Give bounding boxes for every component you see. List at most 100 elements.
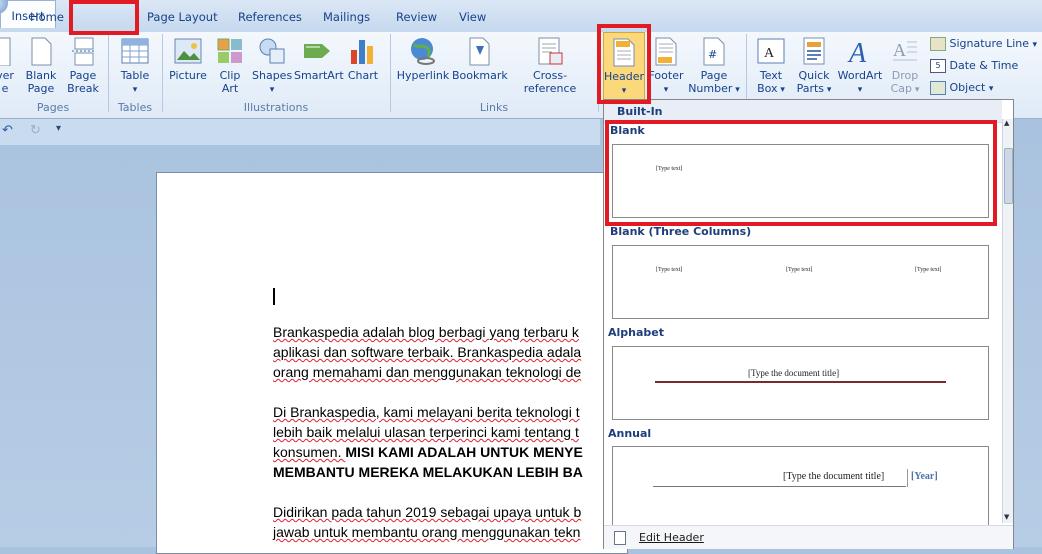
bookmark-button[interactable]: Bookmark <box>452 32 508 82</box>
smartart-icon <box>304 44 330 58</box>
separator <box>598 34 599 112</box>
header-label: Header <box>604 70 645 83</box>
blank-page-label: Blank <box>25 69 57 82</box>
quick-parts-icon <box>803 37 825 65</box>
text-box-label-2: Box <box>757 82 778 95</box>
quick-parts-button[interactable]: Quick Parts ▾ <box>794 32 834 97</box>
gallery-item-annual[interactable]: [Type the document title] [Year] <box>612 446 989 526</box>
signature-line-label: Signature Line <box>949 37 1030 50</box>
wordart-button[interactable]: A WordArt ▾ <box>836 32 884 97</box>
tab-references[interactable]: References <box>238 10 302 24</box>
title-underline <box>655 381 946 383</box>
paragraph-line: Di Brankaspedia, kami melayani berita te… <box>273 404 580 420</box>
year-placeholder: [Year] <box>911 471 938 482</box>
header-button[interactable]: Header ▾ <box>603 32 645 100</box>
wordart-icon: A <box>847 38 867 66</box>
paragraph-3: Didirikan pada tahun 2019 sebagai upaya … <box>273 502 581 542</box>
blank-page-label-2: Page <box>27 82 55 95</box>
table-button[interactable]: Table ▾ <box>114 32 156 97</box>
header-icon <box>613 38 635 67</box>
bookmark-label: Bookmark <box>452 69 508 82</box>
clip-art-label-2: Art <box>221 82 239 95</box>
footer-label: Footer <box>648 69 684 82</box>
page-number-label: Page <box>700 69 728 82</box>
calendar-icon: 5 <box>930 59 946 73</box>
separator <box>162 34 163 112</box>
page-number-button[interactable]: # Page Number ▾ <box>688 32 740 97</box>
cover-page-label: ver <box>0 69 14 82</box>
tab-home[interactable]: Home <box>30 10 64 24</box>
edit-header-menu-item[interactable]: Edit Header <box>639 531 704 544</box>
undo-icon[interactable]: ↶ <box>2 123 13 138</box>
footer-button[interactable]: Footer ▾ <box>648 32 684 97</box>
cover-page-icon <box>0 37 11 66</box>
text-box-button[interactable]: A Text Box ▾ <box>752 32 790 97</box>
separator <box>390 34 391 112</box>
clip-art-button[interactable]: Clip Art <box>212 32 248 95</box>
cross-reference-label: Cross-reference <box>523 69 577 95</box>
group-links-label: Links <box>479 101 509 114</box>
svg-text:A: A <box>764 46 775 61</box>
gallery-item-annual-label: Annual <box>608 427 652 440</box>
blank-page-button[interactable]: Blank Page <box>24 32 58 95</box>
gallery-item-blank[interactable]: [Type text] <box>612 144 989 218</box>
drop-cap-label: Drop <box>891 69 919 82</box>
group-tables-label: Tables <box>117 101 153 114</box>
document-page[interactable]: Brankaspedia adalah blog berbagi yang te… <box>156 172 628 554</box>
gallery-item-alphabet[interactable]: [Type the document title] <box>612 346 989 420</box>
paragraph-line: Didirikan pada tahun 2019 sebagai upaya … <box>273 504 582 520</box>
date-time-label: Date & Time <box>949 59 1019 72</box>
chart-button[interactable]: Chart <box>344 32 382 82</box>
svg-text:A: A <box>893 40 906 60</box>
page-number-label-2: Number <box>688 82 733 95</box>
scrollbar-thumb[interactable] <box>1004 148 1013 204</box>
clip-art-icon <box>217 38 242 63</box>
paragraph-2: Di Brankaspedia, kami melayani berita te… <box>273 402 583 482</box>
cross-reference-icon <box>538 37 563 65</box>
object-button[interactable]: Object ▾ <box>930 81 993 95</box>
chart-label: Chart <box>347 69 379 82</box>
paragraph-text: konsumen. <box>273 444 346 460</box>
page-break-button[interactable]: Page Break <box>66 32 100 95</box>
scroll-up-icon[interactable]: ▲ <box>1004 119 1009 127</box>
cover-page-label-2: e <box>1 82 9 95</box>
page-break-label: Page <box>69 69 97 82</box>
gallery-item-three-columns[interactable]: [Type text] [Type text] [Type text] <box>612 245 989 319</box>
hyperlink-label: Hyperlink <box>396 69 450 82</box>
drop-cap-label-2: Cap <box>890 82 912 95</box>
shapes-icon <box>259 38 285 64</box>
signature-icon <box>930 37 946 51</box>
document-title-placeholder: [Type the document title] <box>783 471 885 482</box>
quick-parts-label-2: Parts <box>796 82 825 95</box>
tab-mailings[interactable]: Mailings <box>323 10 370 24</box>
signature-line-button[interactable]: Signature Line ▾ <box>930 37 1037 51</box>
quick-parts-label: Quick <box>798 69 830 82</box>
chart-icon <box>351 40 373 64</box>
hyperlink-button[interactable]: Hyperlink <box>396 32 450 82</box>
tab-page-layout[interactable]: Page Layout <box>147 10 218 24</box>
object-label: Object <box>949 81 986 94</box>
date-time-button[interactable]: 5 Date & Time <box>930 59 1018 73</box>
title-underline <box>653 486 906 487</box>
shapes-button[interactable]: Shapes ▾ <box>252 32 292 97</box>
customize-qat-icon[interactable]: ▾ <box>56 123 61 134</box>
scroll-down-icon[interactable]: ▼ <box>1004 513 1009 521</box>
tab-view[interactable]: View <box>459 10 486 24</box>
text-box-icon: A <box>757 38 785 64</box>
cover-page-button[interactable]: vere <box>0 32 16 95</box>
gallery-scrollbar[interactable]: ▲ ▼ <box>1002 119 1013 523</box>
page-break-icon <box>72 37 96 66</box>
bookmark-icon <box>469 37 490 66</box>
paragraph-bold-text: MISI KAMI ADALAH UNTUK MENYE <box>345 444 583 460</box>
table-label: Table <box>120 69 150 82</box>
smartart-button[interactable]: SmartArt <box>294 32 344 82</box>
wordart-label: WordArt <box>837 69 883 82</box>
cross-reference-button[interactable]: Cross-reference <box>508 32 592 95</box>
placeholder-text: [Type text] <box>786 267 813 273</box>
drop-cap-button: A Drop Cap ▾ <box>886 32 924 97</box>
tab-review[interactable]: Review <box>396 10 437 24</box>
svg-text:#: # <box>708 48 717 61</box>
quick-access-toolbar: ↶ ↻ ▾ <box>0 119 600 145</box>
document-title-placeholder: [Type the document title] <box>748 368 840 378</box>
picture-button[interactable]: Picture <box>168 32 208 82</box>
